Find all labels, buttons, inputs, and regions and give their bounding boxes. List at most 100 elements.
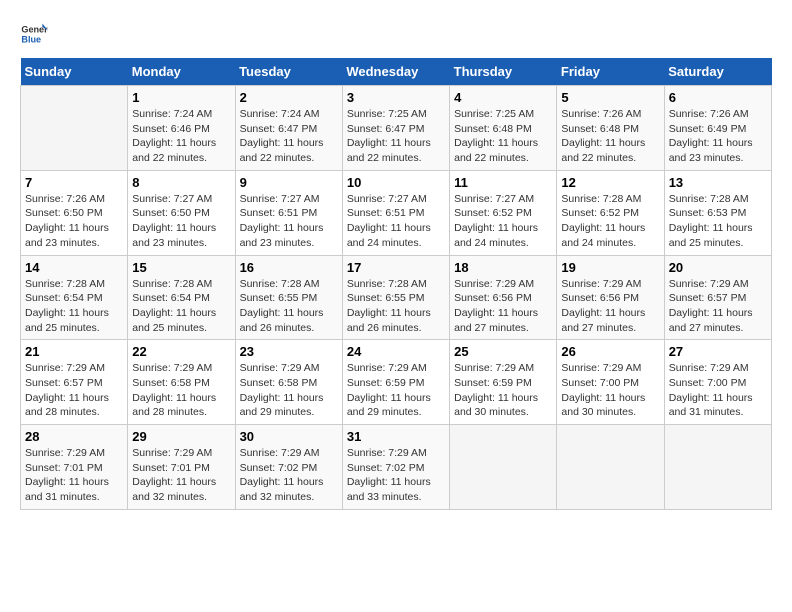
day-info: Sunrise: 7:27 AMSunset: 6:50 PMDaylight:… — [132, 192, 230, 251]
day-info: Sunrise: 7:28 AMSunset: 6:54 PMDaylight:… — [132, 277, 230, 336]
calendar-cell: 30Sunrise: 7:29 AMSunset: 7:02 PMDayligh… — [235, 425, 342, 510]
day-info: Sunrise: 7:27 AMSunset: 6:51 PMDaylight:… — [347, 192, 445, 251]
calendar-cell: 1 Sunrise: 7:24 AMSunset: 6:46 PMDaylight… — [128, 86, 235, 171]
day-info: Sunrise: 7:29 AMSunset: 7:02 PMDaylight:… — [240, 446, 338, 505]
calendar-cell — [450, 425, 557, 510]
day-number: 25 — [454, 344, 552, 359]
calendar-cell: 4Sunrise: 7:25 AMSunset: 6:48 PMDaylight… — [450, 86, 557, 171]
day-info: Sunrise: 7:28 AMSunset: 6:55 PMDaylight:… — [347, 277, 445, 336]
day-number: 23 — [240, 344, 338, 359]
header-row: SundayMondayTuesdayWednesdayThursdayFrid… — [21, 58, 772, 86]
calendar-cell: 17 Sunrise: 7:28 AMSunset: 6:55 PMDayligh… — [342, 255, 449, 340]
calendar-cell: 21 Sunrise: 7:29 AMSunset: 6:57 PMDayligh… — [21, 340, 128, 425]
day-info: Sunrise: 7:29 AMSunset: 6:59 PMDaylight:… — [454, 361, 552, 420]
day-number: 20 — [669, 260, 767, 275]
day-info: Sunrise: 7:29 AMSunset: 6:59 PMDaylight:… — [347, 361, 445, 420]
calendar-cell: 22 Sunrise: 7:29 AMSunset: 6:58 PMDayligh… — [128, 340, 235, 425]
day-number: 16 — [240, 260, 338, 275]
day-info: Sunrise: 7:29 AMSunset: 6:57 PMDaylight:… — [669, 277, 767, 336]
calendar-cell: 15 Sunrise: 7:28 AMSunset: 6:54 PMDayligh… — [128, 255, 235, 340]
day-info: Sunrise: 7:29 AMSunset: 6:56 PMDaylight:… — [561, 277, 659, 336]
day-number: 4 — [454, 90, 552, 105]
day-info: Sunrise: 7:28 AMSunset: 6:52 PMDaylight:… — [561, 192, 659, 251]
header-day-wednesday: Wednesday — [342, 58, 449, 86]
week-row-1: 7 Sunrise: 7:26 AMSunset: 6:50 PMDaylight… — [21, 170, 772, 255]
day-info: Sunrise: 7:29 AMSunset: 7:01 PMDaylight:… — [132, 446, 230, 505]
day-info: Sunrise: 7:29 AMSunset: 7:01 PMDaylight:… — [25, 446, 123, 505]
calendar-cell: 6 Sunrise: 7:26 AMSunset: 6:49 PMDaylight… — [664, 86, 771, 171]
calendar-cell: 19 Sunrise: 7:29 AMSunset: 6:56 PMDayligh… — [557, 255, 664, 340]
calendar-cell: 3Sunrise: 7:25 AMSunset: 6:47 PMDaylight… — [342, 86, 449, 171]
day-info: Sunrise: 7:29 AMSunset: 6:58 PMDaylight:… — [132, 361, 230, 420]
day-info: Sunrise: 7:29 AMSunset: 6:57 PMDaylight:… — [25, 361, 123, 420]
calendar-table: SundayMondayTuesdayWednesdayThursdayFrid… — [20, 58, 772, 510]
day-number: 8 — [132, 175, 230, 190]
day-info: Sunrise: 7:29 AMSunset: 7:00 PMDaylight:… — [669, 361, 767, 420]
day-number: 14 — [25, 260, 123, 275]
header-day-sunday: Sunday — [21, 58, 128, 86]
day-number: 27 — [669, 344, 767, 359]
header: General Blue — [20, 20, 772, 48]
day-info: Sunrise: 7:26 AMSunset: 6:49 PMDaylight:… — [669, 107, 767, 166]
header-day-tuesday: Tuesday — [235, 58, 342, 86]
day-number: 12 — [561, 175, 659, 190]
day-info: Sunrise: 7:26 AMSunset: 6:50 PMDaylight:… — [25, 192, 123, 251]
day-number: 7 — [25, 175, 123, 190]
day-info: Sunrise: 7:25 AMSunset: 6:47 PMDaylight:… — [347, 107, 445, 166]
day-info: Sunrise: 7:24 AMSunset: 6:46 PMDaylight:… — [132, 107, 230, 166]
calendar-cell: 5 Sunrise: 7:26 AMSunset: 6:48 PMDaylight… — [557, 86, 664, 171]
day-number: 21 — [25, 344, 123, 359]
week-row-4: 28 Sunrise: 7:29 AMSunset: 7:01 PMDayligh… — [21, 425, 772, 510]
calendar-cell: 26 Sunrise: 7:29 AMSunset: 7:00 PMDayligh… — [557, 340, 664, 425]
calendar-cell: 20 Sunrise: 7:29 AMSunset: 6:57 PMDayligh… — [664, 255, 771, 340]
calendar-cell: 31 Sunrise: 7:29 AMSunset: 7:02 PMDayligh… — [342, 425, 449, 510]
day-number: 31 — [347, 429, 445, 444]
calendar-cell: 29 Sunrise: 7:29 AMSunset: 7:01 PMDayligh… — [128, 425, 235, 510]
day-number: 28 — [25, 429, 123, 444]
calendar-header: SundayMondayTuesdayWednesdayThursdayFrid… — [21, 58, 772, 86]
day-number: 6 — [669, 90, 767, 105]
logo: General Blue — [20, 20, 48, 48]
day-number: 5 — [561, 90, 659, 105]
header-day-saturday: Saturday — [664, 58, 771, 86]
day-info: Sunrise: 7:29 AMSunset: 6:56 PMDaylight:… — [454, 277, 552, 336]
day-number: 26 — [561, 344, 659, 359]
day-number: 15 — [132, 260, 230, 275]
day-info: Sunrise: 7:24 AMSunset: 6:47 PMDaylight:… — [240, 107, 338, 166]
calendar-cell: 18 Sunrise: 7:29 AMSunset: 6:56 PMDayligh… — [450, 255, 557, 340]
calendar-cell: 25 Sunrise: 7:29 AMSunset: 6:59 PMDayligh… — [450, 340, 557, 425]
header-day-thursday: Thursday — [450, 58, 557, 86]
calendar-body: 1 Sunrise: 7:24 AMSunset: 6:46 PMDaylight… — [21, 86, 772, 510]
day-info: Sunrise: 7:28 AMSunset: 6:54 PMDaylight:… — [25, 277, 123, 336]
calendar-cell: 9Sunrise: 7:27 AMSunset: 6:51 PMDaylight… — [235, 170, 342, 255]
day-number: 24 — [347, 344, 445, 359]
day-number: 17 — [347, 260, 445, 275]
day-number: 1 — [132, 90, 230, 105]
calendar-cell: 2 Sunrise: 7:24 AMSunset: 6:47 PMDaylight… — [235, 86, 342, 171]
day-info: Sunrise: 7:29 AMSunset: 7:00 PMDaylight:… — [561, 361, 659, 420]
calendar-cell: 28 Sunrise: 7:29 AMSunset: 7:01 PMDayligh… — [21, 425, 128, 510]
day-info: Sunrise: 7:26 AMSunset: 6:48 PMDaylight:… — [561, 107, 659, 166]
calendar-cell: 24 Sunrise: 7:29 AMSunset: 6:59 PMDayligh… — [342, 340, 449, 425]
day-info: Sunrise: 7:29 AMSunset: 7:02 PMDaylight:… — [347, 446, 445, 505]
week-row-3: 21 Sunrise: 7:29 AMSunset: 6:57 PMDayligh… — [21, 340, 772, 425]
day-number: 18 — [454, 260, 552, 275]
calendar-cell — [664, 425, 771, 510]
day-number: 22 — [132, 344, 230, 359]
day-number: 11 — [454, 175, 552, 190]
day-number: 2 — [240, 90, 338, 105]
day-number: 19 — [561, 260, 659, 275]
week-row-0: 1 Sunrise: 7:24 AMSunset: 6:46 PMDaylight… — [21, 86, 772, 171]
calendar-cell: 23Sunrise: 7:29 AMSunset: 6:58 PMDayligh… — [235, 340, 342, 425]
calendar-cell: 16 Sunrise: 7:28 AMSunset: 6:55 PMDayligh… — [235, 255, 342, 340]
day-info: Sunrise: 7:28 AMSunset: 6:55 PMDaylight:… — [240, 277, 338, 336]
header-day-friday: Friday — [557, 58, 664, 86]
day-number: 29 — [132, 429, 230, 444]
calendar-cell: 27 Sunrise: 7:29 AMSunset: 7:00 PMDayligh… — [664, 340, 771, 425]
day-info: Sunrise: 7:28 AMSunset: 6:53 PMDaylight:… — [669, 192, 767, 251]
calendar-cell: 13Sunrise: 7:28 AMSunset: 6:53 PMDayligh… — [664, 170, 771, 255]
calendar-cell: 12 Sunrise: 7:28 AMSunset: 6:52 PMDayligh… — [557, 170, 664, 255]
calendar-cell — [557, 425, 664, 510]
logo-icon: General Blue — [20, 20, 48, 48]
week-row-2: 14 Sunrise: 7:28 AMSunset: 6:54 PMDayligh… — [21, 255, 772, 340]
